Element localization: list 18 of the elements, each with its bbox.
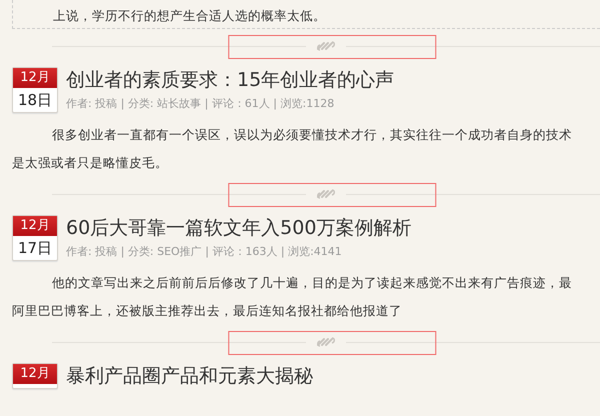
paragraph-line: 上说，学历不行的想产生合适人选的概率太低。 [53, 7, 327, 25]
date-day: 17日 [13, 236, 57, 260]
article-meta: 作者: 投稿 | 分类: SEO推广 | 评论：163人 | 浏览:4141 [66, 244, 343, 260]
date-day: 18日 [13, 88, 57, 112]
article-meta: 作者: 投稿 | 分类: 站长故事 | 评论：61人 | 浏览:1128 [66, 96, 336, 112]
paragraph-line: 他的文章写出来之后前前后后修改了几十遍，目的是为了读起来感觉不出来有广告痕迹，最 [51, 274, 573, 292]
date-month: 12月 [13, 216, 57, 236]
article-title[interactable]: 暴利产品圈产品和元素大揭秘 [66, 363, 313, 389]
link-icon [316, 41, 336, 51]
article-title[interactable]: 创业者的素质要求：15年创业者的心声 [66, 67, 394, 93]
date-month: 12月 [13, 68, 57, 88]
article-title[interactable]: 60后大哥靠一篇软文年入500万案例解析 [66, 215, 412, 241]
paragraph-line: 阿里巴巴博客上，还被版主推荐出去，最后连知名报社都给他报道了 [12, 302, 403, 320]
date-month: 12月 [13, 364, 57, 384]
paragraph-line: 很多创业者一直都有一个误区，误以为必须要懂技术才行，其实往往一个成功者自身的技术 [51, 126, 573, 144]
paragraph-line: 是太强或者只是略懂皮毛。 [12, 154, 169, 172]
link-icon [316, 337, 336, 347]
link-icon [316, 189, 336, 199]
